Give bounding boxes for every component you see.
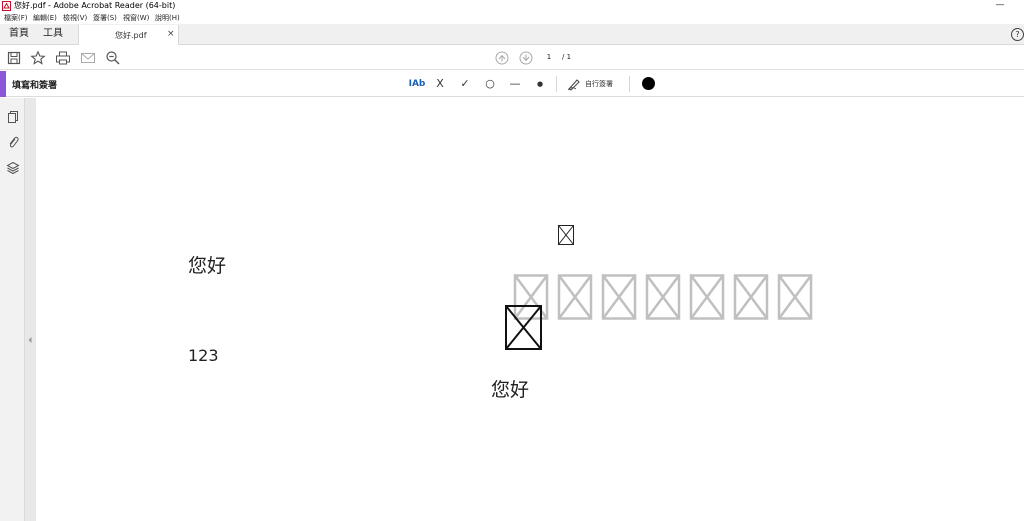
toolbar-separator [629,76,630,92]
line-icon[interactable]: — [508,77,522,91]
tab-home[interactable]: 首頁 [9,27,29,41]
tab-document-label: 您好.pdf [115,31,147,40]
help-icon[interactable]: ? [1011,28,1024,41]
ellipse-icon[interactable]: ○ [483,77,497,91]
bookmark-star-icon[interactable] [30,50,46,66]
main-toolbar: 1 / 1 [0,45,1024,70]
checkmark-icon[interactable]: ✓ [458,77,472,91]
close-tab-icon[interactable]: × [167,29,175,39]
document-page[interactable]: 您好 123 您好 [36,98,1024,521]
collapse-panel-icon[interactable] [26,335,34,345]
acrobat-icon [2,1,11,11]
document-text-greeting-2: 您好 [491,379,530,401]
email-icon[interactable] [80,50,96,66]
cross-mark-icon[interactable]: X [434,77,446,91]
fill-sign-toolbar: 填寫和簽署 IAb X ✓ ○ — ● 自行簽署 [0,71,1024,97]
page-up-icon[interactable] [494,50,510,66]
menu-sign[interactable]: 簽署(S) [93,14,117,22]
tab-document[interactable]: 您好.pdf × [78,25,179,46]
sign-pen-icon[interactable] [567,77,581,91]
tab-tools[interactable]: 工具 [43,27,63,41]
missing-glyph-box-large [505,305,542,350]
page-down-icon[interactable] [518,50,534,66]
sign-yourself-button[interactable]: 自行簽署 [585,79,613,89]
menu-view[interactable]: 檢視(V) [63,14,87,22]
layers-icon[interactable] [6,161,20,175]
pages-icon[interactable] [6,110,20,124]
minimize-button[interactable]: — [992,0,1008,12]
menu-window[interactable]: 視窗(W) [123,14,149,22]
left-nav-panel [0,98,25,521]
fill-sign-title: 填寫和簽署 [12,81,58,91]
window-title: 您好.pdf - Adobe Acrobat Reader (64-bit) [14,1,176,10]
menu-bar: 檔案(F) 編輯(E) 檢視(V) 簽署(S) 視窗(W) 說明(H) [0,12,1024,24]
save-icon[interactable] [6,50,22,66]
page-number-input[interactable]: 1 [540,50,558,64]
attachment-icon[interactable] [6,135,20,149]
print-icon[interactable] [55,50,71,66]
dot-icon[interactable]: ● [534,77,546,91]
toolbar-separator [556,76,557,92]
zoom-out-icon[interactable] [105,50,121,66]
document-text-number: 123 [188,346,219,365]
fill-sign-accent [0,71,6,97]
menu-file[interactable]: 檔案(F) [4,14,28,22]
menu-help[interactable]: 說明(H) [155,14,180,22]
document-text-greeting: 您好 [188,255,227,277]
color-picker-button[interactable] [642,77,655,90]
tab-strip: 首頁 工具 您好.pdf × [0,24,1024,46]
missing-glyph-row [513,274,813,320]
add-text-icon[interactable]: IAb [408,77,426,91]
missing-glyph-box [558,225,574,245]
page-total: / 1 [562,53,572,61]
title-bar: 您好.pdf - Adobe Acrobat Reader (64-bit) — [0,0,1024,12]
nav-gutter [25,98,36,521]
menu-edit[interactable]: 編輯(E) [33,14,57,22]
